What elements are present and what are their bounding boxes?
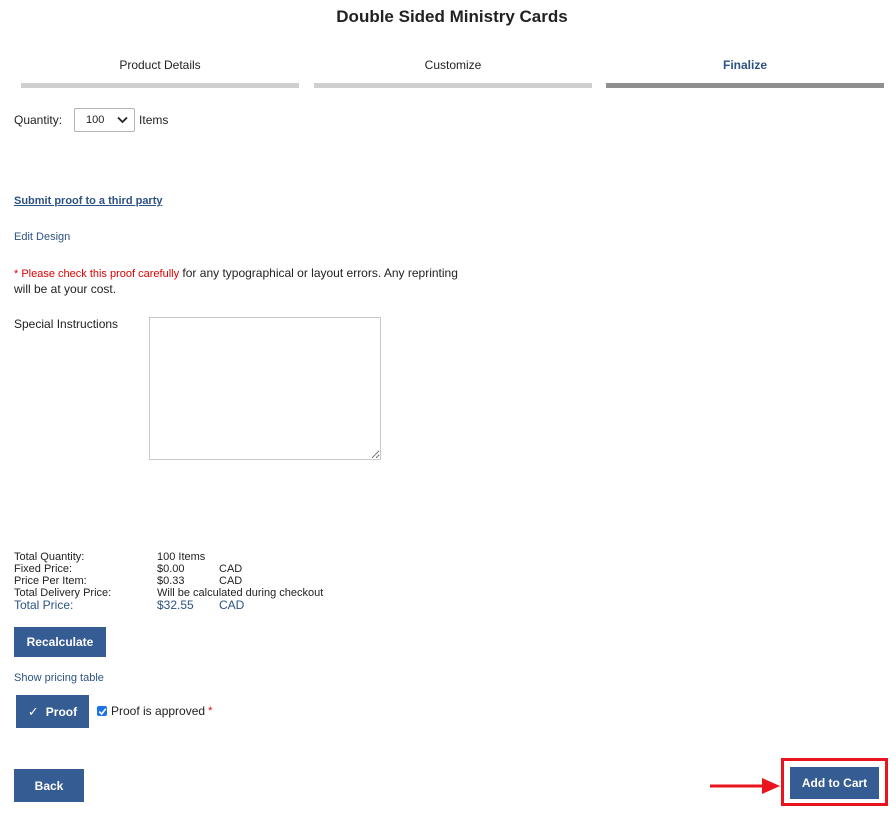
proof-approved-label: Proof is approved <box>111 704 206 718</box>
fixed-price-currency: CAD <box>219 563 243 575</box>
fixed-price-label: Fixed Price: <box>14 563 73 575</box>
total-price-currency: CAD <box>219 598 245 612</box>
step-label: Product Details <box>119 58 201 72</box>
chevron-down-icon <box>117 116 128 124</box>
step-label: Finalize <box>722 58 767 72</box>
required-marker: * <box>208 705 213 717</box>
price-per-item-currency: CAD <box>219 575 243 587</box>
total-quantity-value: 100 Items <box>157 551 206 563</box>
special-instructions-label: Special Instructions <box>14 317 119 331</box>
add-to-cart-button[interactable]: Add to Cart <box>790 767 879 799</box>
proof-warning: * Please check this proof carefully for … <box>14 266 464 297</box>
step-label: Customize <box>424 58 482 72</box>
step-progress-bar <box>606 83 884 88</box>
price-per-item-value: $0.33 <box>157 575 185 587</box>
page-title: Double Sided Ministry Cards <box>336 7 568 26</box>
quantity-selected-value: 100 <box>86 114 105 126</box>
submit-proof-third-party-link[interactable]: Submit proof to a third party <box>14 195 163 207</box>
check-icon: ✓ <box>27 703 39 719</box>
wizard-steps: Product Details Customize Finalize <box>21 58 884 90</box>
quantity-unit: Items <box>139 113 169 127</box>
step-finalize[interactable]: Finalize <box>606 58 884 88</box>
fixed-price-value: $0.00 <box>157 563 185 575</box>
show-pricing-table-link[interactable]: Show pricing table <box>14 672 104 684</box>
proof-approved-checkbox[interactable]: Proof is approved * <box>97 704 212 718</box>
special-instructions-textarea[interactable] <box>149 317 381 460</box>
total-price-label: Total Price: <box>14 598 74 612</box>
quantity-row: Quantity: 100 Items <box>14 108 168 132</box>
arrow-right-icon <box>710 778 780 794</box>
checkbox-checked-icon[interactable] <box>97 706 107 716</box>
proof-button-label: Proof <box>45 704 78 719</box>
back-button[interactable]: Back <box>14 769 84 802</box>
proof-button[interactable]: ✓ Proof <box>16 695 89 728</box>
step-product-details[interactable]: Product Details <box>21 58 299 88</box>
step-progress-bar <box>21 83 299 88</box>
step-customize[interactable]: Customize <box>314 58 592 88</box>
recalculate-button[interactable]: Recalculate <box>14 627 106 657</box>
total-price-value: $32.55 <box>157 598 194 612</box>
quantity-label: Quantity: <box>14 113 63 127</box>
proof-warning-highlight: * Please check this proof carefully <box>14 268 180 280</box>
total-quantity-label: Total Quantity: <box>14 551 85 563</box>
quantity-select[interactable]: 100 <box>74 108 136 132</box>
edit-design-link[interactable]: Edit Design <box>14 231 70 243</box>
step-progress-bar <box>314 83 592 88</box>
price-per-item-label: Price Per Item: <box>14 575 87 587</box>
